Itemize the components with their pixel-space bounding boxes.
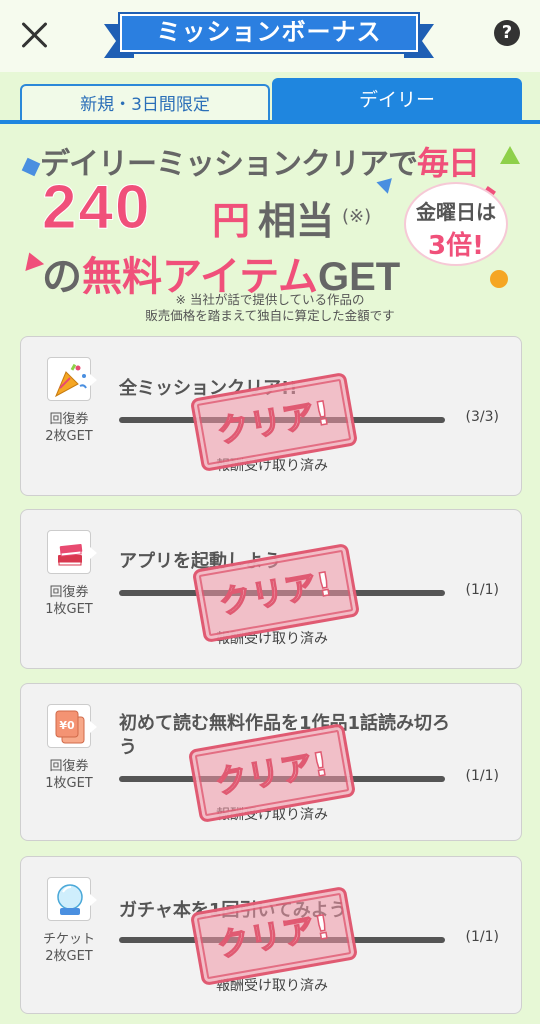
tab-bar: 新規・3日間限定 デイリー bbox=[0, 78, 540, 122]
reward-label: チケット 2枚GET bbox=[33, 931, 105, 965]
books-icon bbox=[47, 530, 97, 574]
tab-new-3days[interactable]: 新規・3日間限定 bbox=[20, 84, 270, 122]
crystal-ball-icon bbox=[47, 877, 97, 921]
confetti-shape bbox=[500, 146, 520, 164]
reward-label: 回復券 1枚GET bbox=[33, 758, 105, 792]
reward-amount: 1枚GET bbox=[45, 602, 93, 617]
tab-daily[interactable]: デイリー bbox=[272, 78, 522, 122]
friday-bubble-line2: 3倍! bbox=[428, 231, 484, 261]
confetti-shape bbox=[490, 270, 508, 288]
party-popper-icon bbox=[47, 357, 97, 401]
confetti-shape bbox=[19, 249, 45, 271]
progress-count: (1/1) bbox=[465, 582, 499, 598]
mission-card: 回復券 2枚GET 全ミッションクリア!! (3/3) 報酬受け取り済み クリア… bbox=[20, 336, 522, 496]
banner-disclaimer: ※ 当社が話で提供している作品の 販売価格を踏まえて独自に算定した金額です bbox=[60, 292, 480, 324]
close-icon[interactable] bbox=[18, 18, 52, 52]
help-icon[interactable]: ? bbox=[494, 20, 520, 46]
reward-type: チケット bbox=[42, 932, 95, 947]
progress-count: (1/1) bbox=[465, 929, 499, 945]
campaign-banner: デイリーミッションクリアで毎日 240 円 相当 (※) の無料アイテムGET … bbox=[0, 124, 540, 330]
banner-headline-highlight: 毎日 bbox=[417, 144, 480, 182]
mission-card: ¥0 回復券 1枚GET 初めて読む無料作品を1作品1話読み切ろう (1/1) … bbox=[20, 683, 522, 841]
reward-label: 回復券 2枚GET bbox=[33, 411, 105, 445]
mission-card: チケット 2枚GET ガチャ本を1回引いてみよう (1/1) 報酬受け取り済み … bbox=[20, 856, 522, 1014]
reward-amount: 2枚GET bbox=[45, 429, 93, 444]
banner-yen: 円 bbox=[212, 199, 251, 243]
title-ribbon: ミッションボーナス bbox=[104, 10, 434, 58]
reward-amount: 1枚GET bbox=[45, 776, 93, 791]
banner-equiv: 相当 bbox=[258, 199, 335, 243]
mission-card: 回復券 1枚GET アプリを起動しよう (1/1) 報酬受け取り済み クリア! bbox=[20, 509, 522, 669]
reward-status: 報酬受け取り済み bbox=[216, 978, 328, 994]
reward-amount: 2枚GET bbox=[45, 949, 93, 964]
reward-label: 回復券 1枚GET bbox=[33, 584, 105, 618]
reward-type: 回復券 bbox=[49, 759, 89, 774]
page-title: ミッションボーナス bbox=[120, 14, 418, 52]
svg-text:¥0: ¥0 bbox=[59, 719, 75, 732]
friday-bubble: 金曜日は 3倍! bbox=[404, 182, 508, 266]
banner-amount: 240 bbox=[41, 173, 152, 243]
header-bar: ミッションボーナス ? bbox=[0, 0, 540, 72]
progress-count: (1/1) bbox=[465, 768, 499, 784]
reward-type: 回復券 bbox=[49, 412, 89, 427]
progress-count: (3/3) bbox=[465, 409, 499, 425]
confetti-shape bbox=[21, 157, 41, 177]
banner-note-mark: (※) bbox=[342, 206, 372, 227]
disclaimer-line1: ※ 当社が話で提供している作品の bbox=[175, 292, 365, 307]
friday-bubble-line1: 金曜日は bbox=[416, 200, 496, 224]
yen-coin-icon: ¥0 bbox=[47, 704, 97, 748]
disclaimer-line2: 販売価格を踏まえて独自に算定した金額です bbox=[145, 308, 395, 323]
reward-type: 回復券 bbox=[49, 585, 89, 600]
